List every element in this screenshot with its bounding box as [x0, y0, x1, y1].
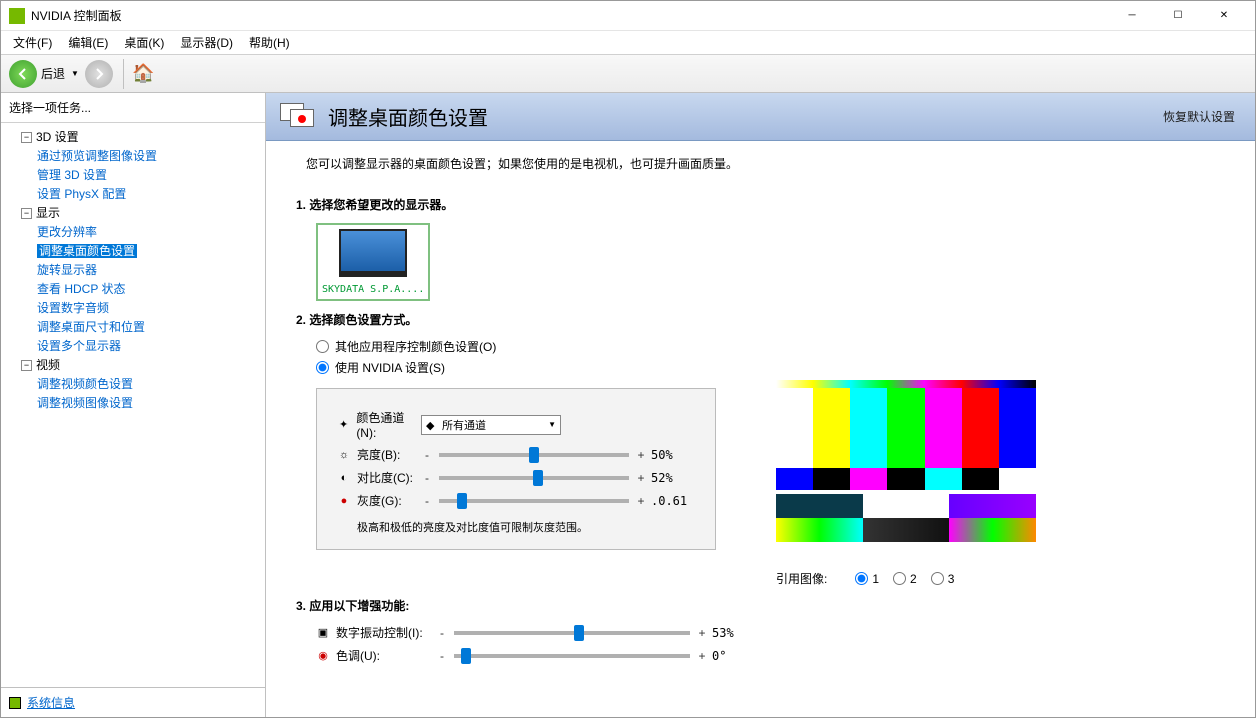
app-window: NVIDIA 控制面板 ─ ☐ ✕ 文件(F) 编辑(E) 桌面(K) 显示器(… [0, 0, 1256, 718]
forward-button[interactable] [85, 60, 113, 88]
slider-hue: ◉色调(U): - + 0° [316, 647, 756, 664]
monitor-tile[interactable]: SKYDATA S.P.A.... [316, 223, 430, 301]
page-title: 调整桌面颜色设置 [328, 102, 1163, 131]
hue-icon: ◉ [316, 649, 330, 663]
color-settings-panel: ✦颜色通道(N): ◆ 所有通道 ▼ ☼亮度(B): - + [316, 388, 716, 550]
slider-digital-vibrance: ▣数字振动控制(I): - + 53% [316, 624, 756, 641]
menubar: 文件(F) 编辑(E) 桌面(K) 显示器(D) 帮助(H) [1, 31, 1255, 55]
tree-item[interactable]: 通过预览调整图像设置 [1, 146, 265, 165]
slider-gamma: ●灰度(G): - + .0.61 [337, 492, 695, 509]
radio-nvidia-settings[interactable]: 使用 NVIDIA 设置(S) [316, 359, 1225, 376]
back-dropdown-icon[interactable]: ▼ [71, 69, 79, 78]
section-title: 1. 选择您希望更改的显示器。 [296, 196, 1225, 213]
brightness-icon: ☼ [337, 448, 351, 462]
tree-item[interactable]: 设置数字音频 [1, 298, 265, 317]
titlebar: NVIDIA 控制面板 ─ ☐ ✕ [1, 1, 1255, 31]
contrast-value: 52% [651, 471, 695, 485]
color-bars-preview [776, 380, 1036, 490]
gamma-slider[interactable] [439, 499, 629, 503]
monitor-label: SKYDATA S.P.A.... [322, 284, 424, 295]
chevron-down-icon: ▼ [548, 420, 556, 429]
vibrance-icon: ▣ [316, 626, 330, 640]
minimize-button[interactable]: ─ [1109, 1, 1155, 31]
gamma-note: 极高和极低的亮度及对比度值可限制灰度范围。 [357, 519, 695, 535]
gamma-value: .0.61 [651, 494, 695, 508]
channel-icon: ✦ [337, 418, 350, 432]
brightness-value: 50% [651, 448, 695, 462]
tree-group-display[interactable]: −显示 [1, 203, 265, 222]
page-description: 您可以调整显示器的桌面颜色设置；如果您使用的是电视机，也可提升画面质量。 [266, 141, 1255, 186]
rgb-icon: ◆ [426, 419, 438, 431]
system-info-bar: 系统信息 [1, 687, 265, 717]
banner-monitors-icon [280, 103, 316, 131]
section-title: 3. 应用以下增强功能: [296, 597, 1225, 614]
home-icon[interactable]: 🏠 [132, 63, 154, 84]
tree-item[interactable]: 调整视频颜色设置 [1, 374, 265, 393]
maximize-button[interactable]: ☐ [1155, 1, 1201, 31]
vibrance-value: 53% [712, 626, 756, 640]
slider-contrast: ◐对比度(C): - + 52% [337, 469, 695, 486]
tree-item[interactable]: 查看 HDCP 状态 [1, 279, 265, 298]
system-info-link[interactable]: 系统信息 [27, 694, 75, 711]
sidebar-header: 选择一项任务... [1, 93, 265, 123]
tree-group-3d[interactable]: −3D 设置 [1, 127, 265, 146]
hue-value: 0° [712, 649, 756, 663]
tree-item[interactable]: 调整桌面尺寸和位置 [1, 317, 265, 336]
section-select-display: 1. 选择您希望更改的显示器。 SKYDATA S.P.A.... [266, 186, 1255, 301]
content-area: 选择一项任务... −3D 设置 通过预览调整图像设置 管理 3D 设置 设置 … [1, 93, 1255, 717]
tree-item-selected[interactable]: 调整桌面颜色设置 [1, 241, 265, 260]
gamma-icon: ● [337, 494, 351, 508]
restore-defaults-link[interactable]: 恢复默认设置 [1163, 108, 1235, 125]
preview-column: 引用图像: 1 2 3 [776, 380, 1036, 587]
section-enhancements: 3. 应用以下增强功能: ▣数字振动控制(I): - + 53% ◉色调(U):… [266, 587, 1255, 664]
toolbar-divider [123, 59, 124, 89]
menu-edit[interactable]: 编辑(E) [60, 31, 116, 54]
main-content: 调整桌面颜色设置 恢复默认设置 您可以调整显示器的桌面颜色设置；如果您使用的是电… [266, 93, 1255, 717]
image-reference-label: 引用图像: [776, 570, 827, 587]
menu-desktop[interactable]: 桌面(K) [116, 31, 172, 54]
menu-help[interactable]: 帮助(H) [241, 31, 298, 54]
monitor-icon [339, 229, 407, 277]
sidebar: 选择一项任务... −3D 设置 通过预览调整图像设置 管理 3D 设置 设置 … [1, 93, 266, 717]
ref-image-2[interactable]: 2 [893, 572, 917, 586]
tree-item[interactable]: 更改分辨率 [1, 222, 265, 241]
channel-row: ✦颜色通道(N): ◆ 所有通道 ▼ [337, 409, 695, 440]
tree-item[interactable]: 旋转显示器 [1, 260, 265, 279]
info-icon [9, 697, 21, 709]
window-title: NVIDIA 控制面板 [31, 7, 1109, 24]
task-tree: −3D 设置 通过预览调整图像设置 管理 3D 设置 设置 PhysX 配置 −… [1, 123, 265, 687]
channel-dropdown[interactable]: ◆ 所有通道 ▼ [421, 415, 561, 435]
menu-display[interactable]: 显示器(D) [172, 31, 241, 54]
tree-item[interactable]: 调整视频图像设置 [1, 393, 265, 412]
radio-other-apps[interactable]: 其他应用程序控制颜色设置(O) [316, 338, 1225, 355]
ref-image-1[interactable]: 1 [855, 572, 879, 586]
tree-group-video[interactable]: −视频 [1, 355, 265, 374]
tree-item[interactable]: 设置 PhysX 配置 [1, 184, 265, 203]
section-color-method: 2. 选择颜色设置方式。 其他应用程序控制颜色设置(O) 使用 NVIDIA 设… [266, 301, 1255, 587]
slider-brightness: ☼亮度(B): - + 50% [337, 446, 695, 463]
gradient-preview [776, 494, 1036, 542]
toolbar: 后退 ▼ 🏠 [1, 55, 1255, 93]
tree-item[interactable]: 管理 3D 设置 [1, 165, 265, 184]
page-banner: 调整桌面颜色设置 恢复默认设置 [266, 93, 1255, 141]
hue-slider[interactable] [454, 654, 690, 658]
brightness-slider[interactable] [439, 453, 629, 457]
back-button[interactable] [9, 60, 37, 88]
section-title: 2. 选择颜色设置方式。 [296, 311, 1225, 328]
back-label: 后退 [41, 65, 65, 82]
tree-item[interactable]: 设置多个显示器 [1, 336, 265, 355]
nvidia-logo-icon [9, 8, 25, 24]
menu-file[interactable]: 文件(F) [5, 31, 60, 54]
contrast-slider[interactable] [439, 476, 629, 480]
ref-image-3[interactable]: 3 [931, 572, 955, 586]
image-reference-row: 引用图像: 1 2 3 [776, 570, 1036, 587]
vibrance-slider[interactable] [454, 631, 690, 635]
contrast-icon: ◐ [337, 471, 351, 485]
close-button[interactable]: ✕ [1201, 1, 1247, 31]
